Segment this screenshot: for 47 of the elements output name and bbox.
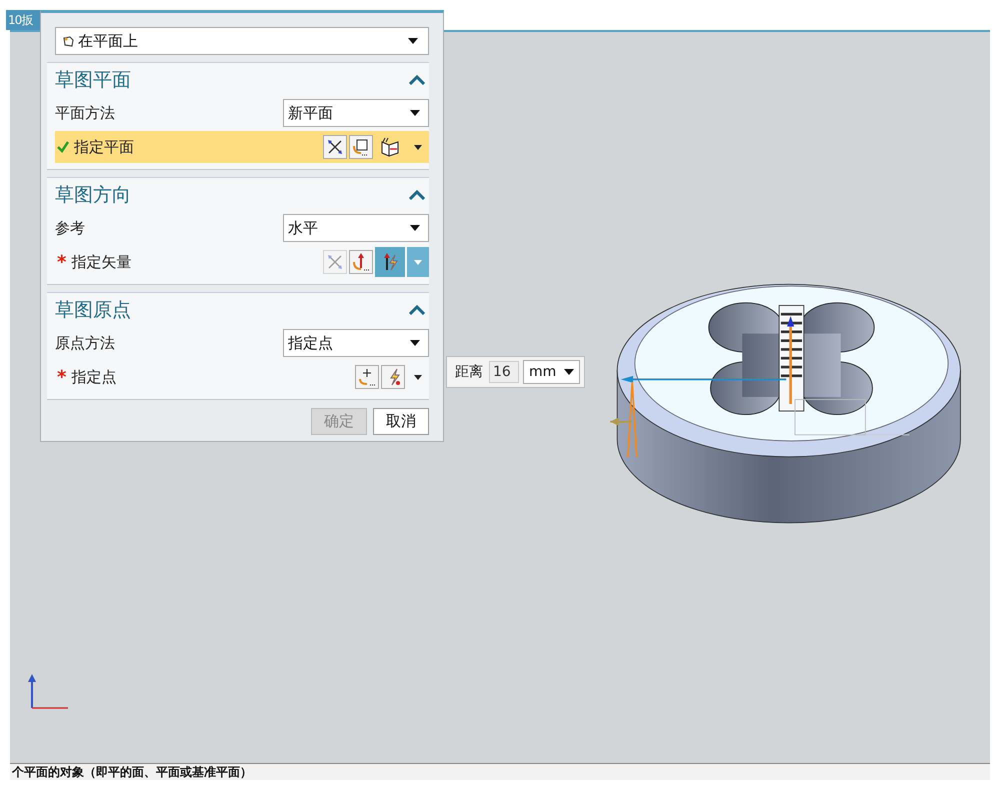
- tool-button[interactable]: [349, 135, 373, 159]
- required-asterisk: *: [57, 366, 66, 388]
- collapse-icon: [409, 305, 425, 315]
- tool-button[interactable]: [355, 365, 379, 389]
- collapse-icon: [409, 75, 425, 85]
- dropdown[interactable]: 新平面: [283, 99, 429, 127]
- type-dropdown[interactable]: 在平面上: [55, 27, 429, 55]
- point-icon: [357, 367, 377, 387]
- dropdown-value: 新平面: [288, 104, 333, 122]
- dropdown[interactable]: 指定点: [283, 329, 429, 357]
- dropdown[interactable]: 水平: [283, 214, 429, 242]
- cancel-button[interactable]: 取消: [373, 408, 429, 435]
- plane-dialog-icon: [380, 137, 400, 157]
- section-title: 草图平面: [55, 68, 131, 93]
- caret-icon: [414, 260, 422, 264]
- tool-button[interactable]: [375, 247, 405, 277]
- arrows-cross-icon: [325, 252, 345, 272]
- plane-icon: [62, 35, 74, 47]
- field-label: 原点方法: [55, 334, 115, 352]
- status-message: 个平面的对象（即平的面、平面或基准平面）: [10, 764, 252, 780]
- unit-dropdown[interactable]: mm: [523, 360, 580, 384]
- dropdown-value: 指定点: [288, 334, 333, 352]
- arrows-cross-icon: [325, 137, 345, 157]
- required-asterisk: *: [57, 252, 66, 272]
- field-label: 参考: [55, 218, 85, 238]
- dropdown-arrow-icon: [410, 340, 420, 346]
- dropdown-value: 在平面上: [78, 32, 139, 50]
- field-label: 指定矢量: [71, 252, 132, 272]
- section-title: 草图原点: [55, 298, 131, 323]
- section-title: 草图方向: [55, 183, 131, 208]
- collapse-icon: [409, 190, 425, 200]
- caret-icon: [414, 374, 422, 380]
- dropdown-value: 水平: [288, 218, 318, 238]
- dropdown-arrow-icon: [410, 225, 420, 231]
- dropdown-arrow-icon: [564, 369, 574, 375]
- field-label: 平面方法: [55, 104, 115, 122]
- tool-button[interactable]: [323, 135, 347, 159]
- check-icon: [57, 141, 69, 153]
- unit-value: mm: [529, 364, 556, 380]
- distance-field[interactable]: 16: [489, 361, 519, 383]
- caret-icon: [414, 144, 422, 150]
- dropdown-arrow-icon: [408, 38, 418, 44]
- distance-label: 距离: [454, 363, 484, 381]
- field-label: 指定点: [71, 368, 116, 386]
- field-label: 指定平面: [74, 138, 134, 156]
- dropdown-arrow-icon: [410, 110, 420, 116]
- vector-icon: [351, 252, 371, 272]
